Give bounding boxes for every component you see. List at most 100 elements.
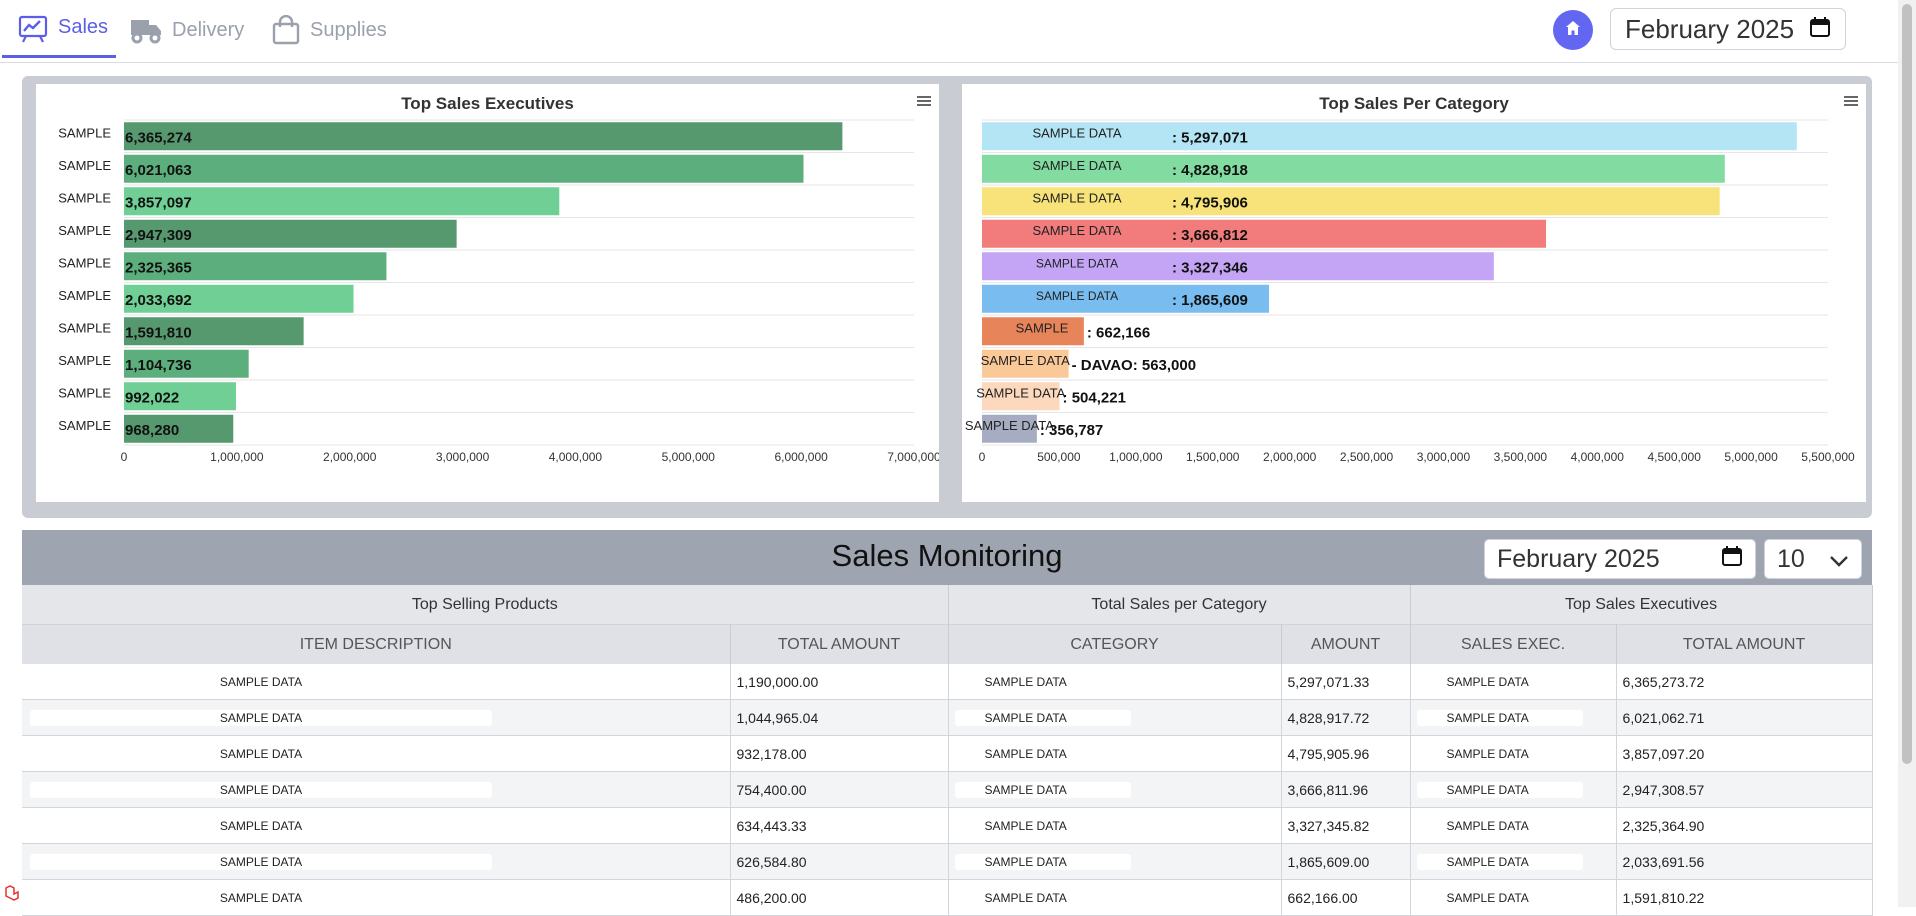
page-size-select[interactable]: 10 <box>1764 539 1862 579</box>
chevron-down-icon <box>1829 545 1849 574</box>
category-amount-cell: 3,327,345.82 <box>1281 807 1411 844</box>
bar[interactable] <box>124 122 843 151</box>
exec-total-amount-cell-text: 6,021,062.71 <box>1622 709 1705 726</box>
category-amount-cell-text: 1,865,609.00 <box>1287 853 1370 870</box>
category-amount-cell: 4,828,917.72 <box>1281 699 1411 736</box>
category-label: SAMPLE DATA <box>981 353 1070 368</box>
category-label: SAMPLE DATA <box>1032 190 1121 205</box>
exec-total-amount-cell-text: 3,857,097.20 <box>1622 745 1705 762</box>
category-label: SAMPLE <box>58 288 111 303</box>
tab-sales[interactable]: Sales <box>2 0 116 58</box>
laravel-logo-icon[interactable] <box>4 884 22 907</box>
top-sales-per-category-chart: Top Sales Per Category SAMPLE DATA: 5,29… <box>962 84 1866 502</box>
data-label: 1,104,736 <box>125 357 192 374</box>
monitoring-month-value: February 2025 <box>1497 544 1660 573</box>
x-tick-label: 7,000,000 <box>887 450 939 464</box>
item-description-cell: SAMPLE DATA <box>22 699 731 736</box>
sales-monitoring-header: Sales Monitoring February 2025 10 <box>22 530 1872 585</box>
monitoring-month-picker[interactable]: February 2025 <box>1484 539 1756 579</box>
tab-supplies-label: Supplies <box>310 18 387 41</box>
category-amount-cell: 3,666,811.96 <box>1281 771 1411 808</box>
category-cell-text: SAMPLE DATA <box>954 710 1131 726</box>
chart-menu-icon[interactable] <box>917 96 931 106</box>
category-label: SAMPLE DATA <box>1032 125 1121 140</box>
page-scrollbar[interactable] <box>1898 0 1916 907</box>
data-label: 2,033,692 <box>125 292 192 309</box>
table-row[interactable]: SAMPLE DATA 932,178.00 SAMPLE DATA 4,795,90… <box>22 735 1873 772</box>
item-description-cell: SAMPLE DATA <box>22 735 731 772</box>
scrollbar-thumb[interactable] <box>1902 4 1912 764</box>
item-description-cell: SAMPLE DATA <box>22 843 731 880</box>
x-tick-label: 3,000,000 <box>436 450 490 464</box>
item-description-cell: SAMPLE DATA <box>22 771 731 808</box>
group-top-selling-products: Top Selling Products <box>22 585 949 625</box>
data-label: 3,857,097 <box>125 194 192 211</box>
bar[interactable] <box>124 154 804 183</box>
data-label: 968,280 <box>125 422 179 439</box>
exec-total-amount-cell: 2,947,308.57 <box>1616 771 1873 808</box>
item-description-cell-text: SAMPLE DATA <box>30 710 492 726</box>
sales-exec-cell: SAMPLE DATA <box>1410 879 1617 916</box>
page-size-value: 10 <box>1777 544 1805 573</box>
sales-exec-cell-text: SAMPLE DATA <box>1416 782 1583 798</box>
data-label: : 662,166 <box>1087 324 1150 341</box>
table-row[interactable]: SAMPLE DATA 1,190,000.00 SAMPLE DATA 5,297,… <box>22 664 1873 700</box>
sales-exec-cell: SAMPLE DATA <box>1410 699 1617 736</box>
sales-monitoring-table: Top Selling Products Total Sales per Cat… <box>22 585 1873 916</box>
tab-sales-label: Sales <box>58 16 109 38</box>
item-description-cell: SAMPLE DATA <box>22 664 731 700</box>
table-row[interactable]: SAMPLE DATA 754,400.00 SAMPLE DATA 3,666,81… <box>22 771 1873 808</box>
x-tick-label: 0 <box>121 450 128 464</box>
column-header[interactable]: TOTAL AMOUNT <box>1616 624 1873 664</box>
column-header[interactable]: SALES EXEC. <box>1410 624 1617 664</box>
calendar-icon[interactable] <box>1809 14 1831 45</box>
month-picker[interactable]: February 2025 <box>1610 8 1846 50</box>
data-label: : 3,327,346 <box>1172 259 1248 276</box>
data-label: 2,325,365 <box>125 259 192 276</box>
truck-icon <box>130 16 162 44</box>
x-tick-label: 1,000,000 <box>210 450 264 464</box>
exec-total-amount-cell: 6,021,062.71 <box>1616 699 1873 736</box>
x-tick-label: 4,500,000 <box>1647 450 1701 464</box>
home-button[interactable] <box>1553 10 1593 50</box>
data-label: 6,021,063 <box>125 162 192 179</box>
item-total-amount-cell: 932,178.00 <box>730 735 949 772</box>
category-label: SAMPLE <box>58 385 111 400</box>
tab-delivery-label: Delivery <box>172 18 245 41</box>
tab-supplies[interactable]: Supplies <box>272 0 387 60</box>
category-cell: SAMPLE DATA <box>948 843 1282 880</box>
item-description-cell: SAMPLE DATA <box>22 879 731 916</box>
category-label: SAMPLE <box>58 353 111 368</box>
category-label: SAMPLE <box>1016 320 1069 335</box>
data-label: : 4,795,906 <box>1172 194 1248 211</box>
table-row[interactable]: SAMPLE DATA 634,443.33 SAMPLE DATA 3,327,34… <box>22 807 1873 844</box>
sales-exec-cell-text: SAMPLE DATA <box>1416 818 1583 834</box>
table-row[interactable]: SAMPLE DATA 486,200.00 SAMPLE DATA 662,166.… <box>22 879 1873 916</box>
table-row[interactable]: SAMPLE DATA 626,584.80 SAMPLE DATA 1,865,60… <box>22 843 1873 880</box>
chart-svg: SAMPLE 6,365,274 SAMPLE 6,021,063 SAMPLE 3,85… <box>58 119 941 464</box>
top-navigation: Sales Delivery Supplies February 2025 <box>0 0 1898 63</box>
category-cell-text: SAMPLE DATA <box>954 890 1131 906</box>
exec-total-amount-cell-text: 1,591,810.22 <box>1622 889 1705 906</box>
category-label: SAMPLE <box>58 418 111 433</box>
category-amount-cell-text: 662,166.00 <box>1287 889 1358 906</box>
column-header[interactable]: AMOUNT <box>1281 624 1411 664</box>
category-amount-cell-text: 4,795,905.96 <box>1287 745 1370 762</box>
month-picker-value: February 2025 <box>1625 13 1795 44</box>
category-amount-cell: 1,865,609.00 <box>1281 843 1411 880</box>
table-row[interactable]: SAMPLE DATA 1,044,965.04 SAMPLE DATA 4,828,… <box>22 699 1873 736</box>
category-amount-cell: 4,795,905.96 <box>1281 735 1411 772</box>
shopping-bag-icon <box>272 15 300 45</box>
column-header[interactable]: CATEGORY <box>948 624 1282 664</box>
group-top-sales-executives: Top Sales Executives <box>1410 585 1873 625</box>
chart-menu-icon[interactable] <box>1844 96 1858 106</box>
item-total-amount-cell: 626,584.80 <box>730 843 949 880</box>
tab-delivery[interactable]: Delivery <box>130 0 244 60</box>
calendar-icon[interactable] <box>1721 545 1743 574</box>
exec-total-amount-cell-text: 6,365,273.72 <box>1622 673 1705 690</box>
x-tick-label: 4,000,000 <box>549 450 603 464</box>
column-header[interactable]: ITEM DESCRIPTION <box>22 624 731 664</box>
x-tick-label: 2,000,000 <box>1263 450 1317 464</box>
category-label: SAMPLE <box>58 255 111 270</box>
column-header[interactable]: TOTAL AMOUNT <box>730 624 949 664</box>
